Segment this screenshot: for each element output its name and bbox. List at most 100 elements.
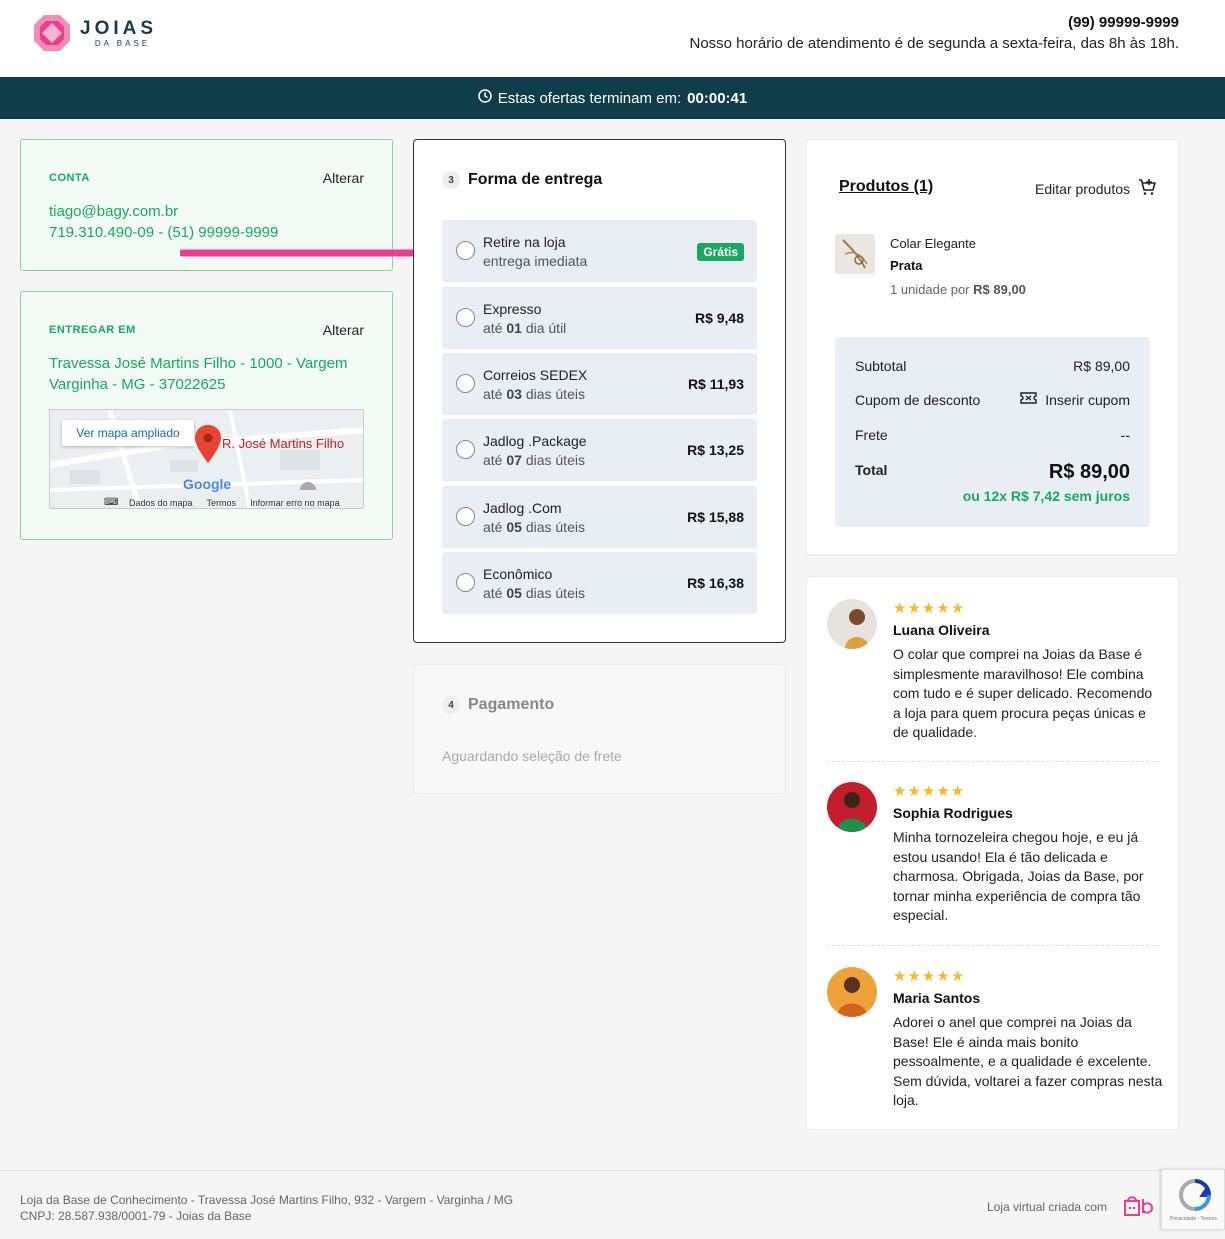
subtotal-label: Subtotal: [855, 358, 907, 374]
review-divider: [827, 761, 1159, 762]
made-with-text: Loja virtual criada com: [987, 1200, 1108, 1214]
shipping-option-jadlog-package[interactable]: Jadlog .Package até 07 dias úteis R$ 13,…: [442, 419, 757, 481]
shipping-option-sedex[interactable]: Correios SEDEX até 03 dias úteis R$ 11,9…: [442, 353, 757, 415]
business-hours: Nosso horário de atendimento é de segund…: [689, 35, 1180, 52]
logo-sub-text: DA BASE: [94, 38, 151, 48]
map-data-link[interactable]: Dados do mapa: [129, 498, 193, 508]
radio-button[interactable]: [456, 308, 475, 327]
total-value: R$ 89,00: [1048, 461, 1130, 483]
cart-add-icon: [1138, 178, 1156, 199]
shipping-option-economico[interactable]: Econômico até 05 dias úteis R$ 16,38: [442, 552, 757, 614]
review-text: Adorei o anel que comprei na Joias da Ba…: [893, 1014, 1163, 1109]
avatar: [827, 599, 877, 649]
review-text: O colar que comprei na Joias da Base é s…: [893, 646, 1153, 741]
option-name: Econômico: [483, 566, 553, 582]
map-report-link[interactable]: Informar erro no mapa: [250, 498, 340, 508]
shipping-title: Forma de entrega: [468, 171, 603, 188]
rating-stars: ★★★★★: [893, 783, 966, 800]
products-title[interactable]: Produtos (1): [839, 178, 933, 196]
option-price: R$ 11,93: [687, 376, 744, 392]
google-logo: Google: [183, 476, 232, 492]
offer-label: Estas ofertas terminam em:: [497, 89, 682, 107]
shipping-option-pickup[interactable]: Retire na loja entrega imediata Grátis: [442, 220, 757, 282]
keyboard-icon[interactable]: ⌨: [104, 497, 118, 508]
total-label: Total: [855, 462, 888, 478]
insert-coupon-button[interactable]: Inserir cupom: [1020, 391, 1130, 408]
address-map[interactable]: Ver mapa ampliado R. José Martins Filho …: [49, 409, 364, 509]
radio-button[interactable]: [456, 374, 475, 393]
delivery-label: ENTREGAR EM: [49, 324, 136, 336]
option-name: Correios SEDEX: [483, 367, 588, 383]
radio-button[interactable]: [456, 507, 475, 526]
map-pin-icon: [195, 425, 221, 468]
option-price: R$ 15,88: [687, 509, 744, 525]
account-label: CONTA: [49, 172, 90, 184]
shipping-option-jadlog-com[interactable]: Jadlog .Com até 05 dias úteis R$ 15,88: [442, 486, 757, 548]
subtotal-row: Subtotal R$ 89,00: [855, 358, 1130, 374]
review-item: ★★★★★ Sophia Rodrigues Minha tornozeleir…: [827, 782, 1160, 932]
edit-products-button[interactable]: Editar produtos: [1035, 178, 1156, 199]
address-line-2: Varginha - MG - 37022625: [49, 376, 226, 393]
footer: Loja da Base de Conhecimento - Travessa …: [0, 1170, 1225, 1239]
reviews-card: ★★★★★ Luana Oliveira O colar que comprei…: [806, 576, 1179, 1130]
account-edit-link[interactable]: Alterar: [323, 170, 364, 186]
header: JOIAS DA BASE (99) 99999-9999 Nosso horá…: [0, 0, 1225, 77]
rating-stars: ★★★★★: [893, 600, 966, 617]
review-item: ★★★★★ Maria Santos Adorei o anel que com…: [827, 967, 1163, 1117]
step-badge: 4: [442, 696, 460, 714]
option-price: R$ 9,48: [694, 310, 744, 326]
avatar: [827, 967, 877, 1017]
free-badge: Grátis: [697, 243, 744, 261]
review-text: Minha tornozeleira chegou hoje, e eu já …: [893, 829, 1144, 924]
offer-countdown-bar: Estas ofertas terminam em: 00:00:41: [0, 77, 1225, 119]
footer-address: Loja da Base de Conhecimento - Travessa …: [20, 1193, 514, 1207]
bagy-logo-icon[interactable]: [1122, 1193, 1162, 1219]
option-subtitle: até 07 dias úteis: [483, 452, 585, 468]
reviewer-name: Maria Santos: [893, 990, 981, 1006]
map-terms-link[interactable]: Termos: [207, 498, 237, 508]
payment-card: 4 Pagamento Aguardando seleção de frete: [413, 664, 786, 794]
radio-button[interactable]: [456, 241, 475, 260]
offer-timer: 00:00:41: [687, 89, 748, 107]
shipping-method-card: 3 Forma de entrega Retire na loja entreg…: [413, 139, 786, 643]
option-name: Jadlog .Package: [483, 433, 587, 449]
option-name: Jadlog .Com: [483, 500, 562, 516]
product-thumbnail: [835, 234, 875, 274]
reviewer-name: Sophia Rodrigues: [893, 805, 1013, 821]
delivery-address-card: ENTREGAR EM Alterar Travessa José Martin…: [20, 291, 393, 540]
step-badge: 3: [442, 171, 460, 189]
payment-section-title: 4 Pagamento: [442, 696, 554, 714]
shipping-option-expresso[interactable]: Expresso até 01 dia útil R$ 9,48: [442, 287, 757, 349]
option-subtitle: até 03 dias úteis: [483, 386, 585, 402]
payment-waiting-text: Aguardando seleção de frete: [442, 748, 622, 764]
order-summary: Subtotal R$ 89,00 Cupom de desconto Inse…: [835, 337, 1150, 527]
shipping-value: --: [1120, 427, 1130, 443]
option-subtitle: até 01 dia útil: [483, 320, 567, 336]
avatar: [827, 782, 877, 832]
option-subtitle: entrega imediata: [483, 253, 588, 269]
products-card: Produtos (1) Editar produtos Colar Elega…: [806, 139, 1179, 555]
subtotal-value: R$ 89,00: [1073, 358, 1130, 374]
radio-button[interactable]: [456, 573, 475, 592]
clock-icon: [478, 89, 492, 107]
insert-coupon-label: Inserir cupom: [1045, 391, 1130, 408]
logo-main-text: JOIAS: [80, 17, 158, 39]
recaptcha-links[interactable]: Privacidade - Termos: [1170, 1216, 1217, 1222]
review-item: ★★★★★ Luana Oliveira O colar que comprei…: [827, 599, 1160, 749]
product-variant: Prata: [890, 258, 923, 273]
rating-stars: ★★★★★: [893, 968, 966, 985]
coupon-row: Cupom de desconto Inserir cupom: [855, 391, 1130, 408]
option-subtitle: até 05 dias úteis: [483, 585, 585, 601]
option-price: R$ 13,25: [687, 442, 744, 458]
recaptcha-icon: [1178, 1178, 1212, 1217]
phone-number[interactable]: (99) 99999-9999: [690, 14, 1179, 32]
view-larger-map-button[interactable]: Ver mapa ampliado: [62, 420, 194, 446]
footer-address-block: Loja da Base de Conhecimento - Travessa …: [20, 1192, 513, 1224]
store-logo[interactable]: JOIAS DA BASE: [32, 13, 157, 53]
coupon-label: Cupom de desconto: [855, 391, 981, 408]
option-name: Retire na loja: [483, 234, 566, 250]
radio-button[interactable]: [456, 440, 475, 459]
review-divider: [827, 945, 1159, 946]
recaptcha-badge[interactable]: Privacidade - Termos: [1161, 1169, 1225, 1230]
delivery-edit-link[interactable]: Alterar: [323, 322, 364, 338]
